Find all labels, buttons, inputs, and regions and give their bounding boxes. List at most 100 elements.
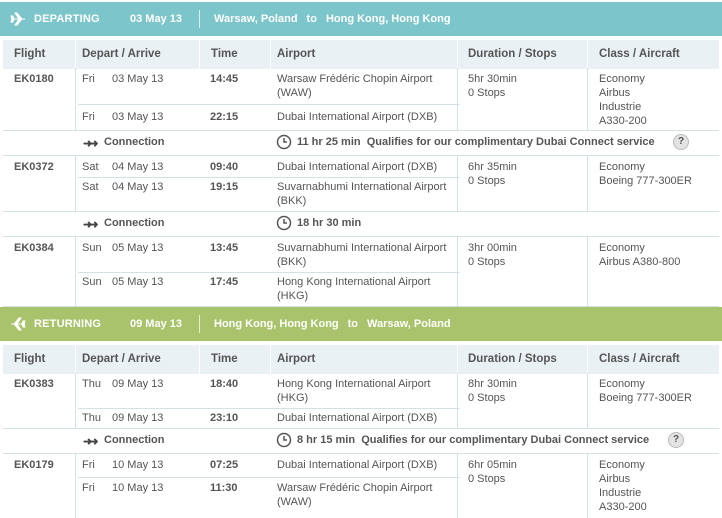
- section-date: 03 May 13: [130, 13, 182, 25]
- connection-duration: 18 hr 30 min: [297, 217, 362, 229]
- dep-time: 09:40: [210, 161, 239, 173]
- dep-airport: Dubai International Airport (DXB): [277, 459, 438, 471]
- route-from: Warsaw, Poland: [214, 13, 298, 25]
- dep-airport-code: (WAW): [277, 87, 312, 99]
- flight-row[interactable]: EK0179 Fri 10 May 13 07:25 Dubai Interna…: [3, 454, 719, 518]
- connection-arrows-icon: ➜➜: [83, 436, 99, 448]
- duration: 6hr 05min: [468, 459, 517, 471]
- arr-date: 10 May 13: [112, 482, 164, 494]
- connection-label: Connection: [104, 136, 165, 148]
- divider: [587, 40, 588, 69]
- connection-note: Qualifies for our complimentary Dubai Co…: [366, 136, 655, 148]
- section-label: RETURNING: [34, 318, 102, 330]
- arr-airport: Dubai International Airport (DXB): [277, 111, 438, 123]
- duration: 5hr 30min: [468, 73, 517, 85]
- divider: [78, 272, 460, 273]
- help-icon[interactable]: ?: [668, 432, 684, 448]
- arr-day: Fri: [82, 482, 95, 494]
- dep-date: 03 May 13: [112, 73, 164, 85]
- header-divider: [199, 315, 200, 333]
- arr-airport: Hong Kong International Airport: [277, 276, 431, 288]
- connection-info: 8 hr 15 min Qualifies for our compliment…: [297, 434, 649, 446]
- arr-airport: Dubai International Airport (DXB): [277, 412, 438, 424]
- flight-number: EK0372: [14, 161, 54, 173]
- flight-row[interactable]: EK0384 Sun 05 May 13 13:45 Suvarnabhumi …: [3, 237, 719, 307]
- cabin-class: Economy: [599, 378, 645, 390]
- col-class: Class / Aircraft: [599, 353, 680, 365]
- aircraft: Industrie: [599, 101, 642, 113]
- flight-row[interactable]: EK0383 Thu 09 May 13 18:40 Hong Kong Int…: [3, 373, 719, 429]
- dep-airport-code: (BKK): [277, 256, 307, 268]
- arr-date: 09 May 13: [112, 412, 164, 424]
- connection-row: ➜➜ Connection 11 hr 25 min Qualifies for…: [3, 131, 719, 156]
- arr-day: Sun: [82, 276, 102, 288]
- itinerary-page: DEPARTING 03 May 13 Warsaw, Poland to Hong…: [0, 0, 722, 518]
- col-class: Class / Aircraft: [599, 48, 680, 60]
- dep-airport: Suvarnabhumi International Airport: [277, 242, 447, 254]
- divider: [78, 177, 460, 178]
- connection-label: Connection: [104, 217, 165, 229]
- stops: 0 Stops: [468, 87, 506, 99]
- arr-time: 22:15: [210, 111, 239, 123]
- flight-number: EK0383: [14, 378, 54, 390]
- arr-date: 05 May 13: [112, 276, 164, 288]
- dep-day: Sun: [82, 242, 102, 254]
- divider: [457, 373, 458, 428]
- flight-row[interactable]: EK0372 Sat 04 May 13 09:40 Dubai Interna…: [3, 156, 719, 212]
- plane-icon: [10, 12, 25, 26]
- arr-day: Sat: [82, 181, 99, 193]
- connection-arrows-icon: ➜➜: [83, 138, 99, 150]
- divider: [75, 156, 76, 211]
- cabin-class: Economy: [599, 161, 645, 173]
- arr-date: 03 May 13: [112, 111, 164, 123]
- arr-airport-code: (HKG): [277, 290, 309, 302]
- duration: 3hr 00min: [468, 242, 517, 254]
- arr-time: 19:15: [210, 181, 239, 193]
- dep-date: 09 May 13: [112, 378, 164, 390]
- dep-airport-code: (HKG): [277, 392, 309, 404]
- arr-time: 11:30: [210, 482, 238, 494]
- stops: 0 Stops: [468, 473, 506, 485]
- col-airport: Airport: [277, 48, 316, 60]
- divider: [457, 156, 458, 211]
- dep-day: Fri: [82, 73, 95, 85]
- divider: [457, 40, 458, 69]
- divider: [199, 40, 200, 69]
- aircraft: Airbus: [599, 473, 631, 485]
- dep-day: Sat: [82, 161, 99, 173]
- connection-duration: 8 hr 15 min: [297, 434, 356, 446]
- connection-info: 11 hr 25 min Qualifies for our complimen…: [297, 136, 655, 148]
- flight-number: EK0384: [14, 242, 54, 254]
- route-to-word: to: [347, 318, 359, 330]
- connection-duration: 11 hr 25 min: [297, 136, 361, 148]
- departing-header: DEPARTING 03 May 13 Warsaw, Poland to Hong…: [0, 2, 722, 36]
- arr-airport-code: (WAW): [277, 496, 312, 508]
- dep-time: 07:25: [210, 459, 239, 471]
- divider: [587, 156, 588, 211]
- section-label: DEPARTING: [34, 13, 100, 25]
- divider: [270, 40, 271, 69]
- route-from: Hong Kong, Hong Kong: [214, 318, 339, 330]
- flight-number: EK0180: [14, 73, 54, 85]
- col-flight: Flight: [14, 48, 46, 60]
- col-time: Time: [211, 353, 238, 365]
- divider: [587, 68, 588, 130]
- route-to: Warsaw, Poland: [367, 318, 451, 330]
- dep-time: 14:45: [210, 73, 239, 85]
- divider: [587, 345, 588, 374]
- dep-date: 10 May 13: [112, 459, 164, 471]
- arr-day: Fri: [82, 111, 95, 123]
- aircraft: Boeing 777-300ER: [599, 175, 692, 187]
- route-to: Hong Kong, Hong Kong: [325, 13, 451, 25]
- clock-icon: [276, 215, 292, 231]
- cabin-class: Economy: [599, 459, 645, 471]
- divider: [457, 345, 458, 374]
- help-icon[interactable]: ?: [673, 134, 689, 150]
- stops: 0 Stops: [468, 392, 506, 404]
- col-depart-arrive: Depart / Arrive: [82, 353, 161, 365]
- col-duration: Duration / Stops: [468, 353, 557, 365]
- divider: [587, 454, 588, 518]
- flight-row[interactable]: EK0180 Fri 03 May 13 14:45 Warsaw Frédér…: [3, 68, 719, 131]
- connection-row: ➜➜ Connection 18 hr 30 min: [3, 212, 719, 237]
- aircraft: A330-200: [599, 115, 647, 127]
